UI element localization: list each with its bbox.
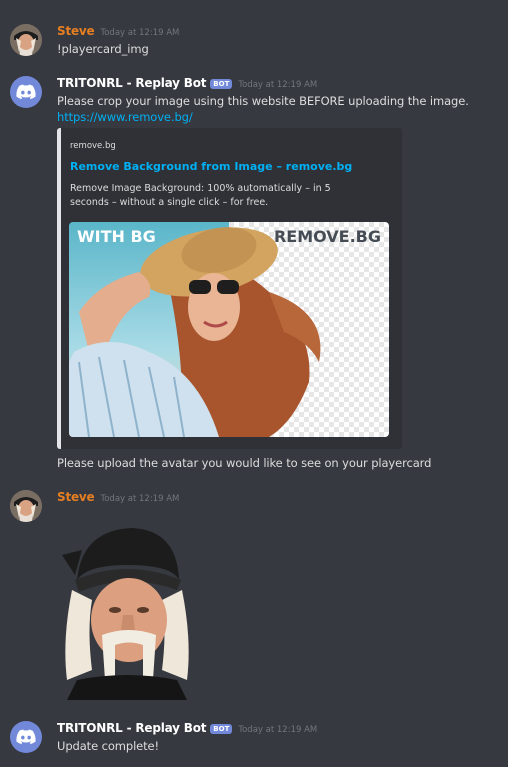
message-text: !playercard_img: [57, 42, 149, 56]
username[interactable]: Steve: [57, 24, 95, 38]
user-avatar[interactable]: [10, 24, 42, 56]
bot-badge: BOT: [210, 79, 233, 89]
discord-logo-icon: [16, 84, 36, 100]
message-header: Steve Today at 12:19 AM: [57, 490, 179, 504]
image-label-with-bg: WITH BG: [77, 227, 156, 246]
message-followup-text: Please upload the avatar you would like …: [57, 456, 432, 470]
message-link[interactable]: https://www.remove.bg/: [57, 109, 193, 125]
image-label-remove-bg: REMOVE.BG: [274, 227, 381, 246]
message-header: Steve Today at 12:19 AM: [57, 24, 179, 38]
bot-avatar[interactable]: [10, 76, 42, 108]
message-text: Update complete!: [57, 739, 160, 753]
username[interactable]: TRITONRL - Replay Bot: [57, 721, 206, 735]
message-text: Please crop your image using this websit…: [57, 94, 469, 108]
bot-badge: BOT: [210, 724, 233, 734]
embed-provider[interactable]: remove.bg: [70, 141, 116, 151]
embed-title[interactable]: Remove Background from Image – remove.bg: [70, 160, 352, 173]
user-avatar[interactable]: [10, 490, 42, 522]
uploaded-image-attachment[interactable]: [57, 520, 197, 700]
embed-description: Remove Image Background: 100% automatica…: [70, 183, 331, 208]
username[interactable]: TRITONRL - Replay Bot: [57, 76, 206, 90]
timestamp: Today at 12:19 AM: [238, 725, 318, 735]
timestamp: Today at 12:19 AM: [100, 28, 180, 38]
timestamp: Today at 12:19 AM: [100, 494, 180, 504]
timestamp: Today at 12:19 AM: [238, 80, 318, 90]
message-header: TRITONRL - Replay Bot BOT Today at 12:19…: [57, 721, 317, 735]
link-embed: remove.bg Remove Background from Image –…: [57, 128, 402, 449]
username[interactable]: Steve: [57, 490, 95, 504]
bot-avatar[interactable]: [10, 721, 42, 753]
discord-logo-icon: [16, 729, 36, 745]
message-header: TRITONRL - Replay Bot BOT Today at 12:19…: [57, 76, 317, 90]
embed-image[interactable]: WITH BG REMOVE.BG: [69, 222, 389, 437]
